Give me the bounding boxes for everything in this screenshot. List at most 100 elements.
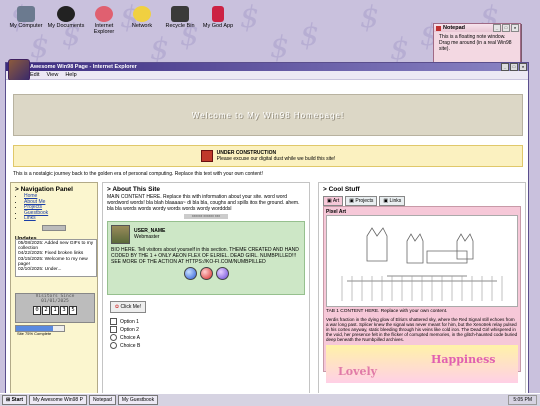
welcome-banner: Welcome to My Win98 Homepage! — [13, 94, 523, 136]
counter-digit: 3 — [60, 306, 68, 315]
maximize-button[interactable]: □ — [510, 63, 518, 71]
about-small-button[interactable]: xxxxxx xxxxxx xxx — [184, 214, 228, 219]
minimize-button[interactable]: _ — [493, 24, 501, 32]
blue-orb-icon[interactable] — [183, 267, 197, 280]
browser-titlebar[interactable]: Awesome Win98 Page - Internet Explorer _… — [6, 63, 528, 71]
desktop-icon-label: Network — [131, 23, 153, 29]
desktop-icon-label: Recycle Bin — [165, 23, 195, 29]
ascii-cats-image — [341, 227, 503, 301]
taskbar-button-browser[interactable]: My Awesome Win98 P — [29, 395, 87, 405]
update-item: 02/10/2025: Under... — [18, 267, 62, 273]
under-construction-notice: UNDER CONSTRUCTION Please excuse our dig… — [13, 145, 523, 167]
start-button[interactable]: ⊞ Start — [2, 395, 27, 405]
profile-card: USER_NAME Webmaster BIO HERE. Tell visit… — [107, 221, 305, 295]
browser-title: Awesome Win98 Page - Internet Explorer — [30, 64, 137, 70]
recycle-bin-icon — [171, 6, 189, 22]
tab-content-text: TAB 1 CONTENT HERE. Replace with your ow… — [326, 309, 448, 314]
cool-stuff-heading: > Cool Stuff — [323, 186, 360, 193]
option-2-checkbox[interactable] — [110, 326, 117, 334]
taskbar-button-notepad[interactable]: Notepad — [88, 395, 116, 405]
menu-view[interactable]: View — [46, 72, 58, 78]
spider-icon — [57, 6, 75, 22]
page-content: Welcome to My Win98 Homepage! UNDER CONS… — [6, 80, 528, 393]
tab-art[interactable]: ▣ Art — [323, 196, 344, 206]
desktop-icon-recycle-bin[interactable]: Recycle Bin — [160, 6, 200, 29]
happiness-image: Happiness Lovely — [326, 344, 518, 383]
visitor-counter: Visitors Since 01/01/2025 0 2 1 3 5 — [15, 293, 95, 323]
desktop-icon-label: My Documents — [47, 23, 85, 29]
notepad-body: This is a floating note window. Drag me … — [439, 34, 512, 52]
close-button[interactable]: × — [519, 63, 527, 71]
desktop-icon-my-god-app[interactable]: My God App — [198, 6, 238, 29]
notepad-titlebar[interactable]: Notepad _ □ × — [434, 24, 520, 32]
taskbar: ⊞ Start My Awesome Win98 P Notepad My Gu… — [0, 393, 540, 406]
notepad-title: Notepad — [443, 25, 465, 31]
counter-digit: 5 — [69, 306, 77, 315]
menu-bar: Edit View Help — [6, 71, 528, 80]
choice-a-radio[interactable] — [110, 334, 117, 342]
profile-bio: BIO HERE. Tell visitors about yourself i… — [111, 247, 299, 265]
update-item: 03/15/2025: Welcome to my new page! — [18, 256, 88, 267]
happiness-text: Happiness — [431, 352, 496, 366]
story-text: Verdis fraction in the dying glow of Elr… — [326, 316, 518, 342]
counter-digit: 1 — [51, 306, 59, 315]
ipod-icon — [212, 6, 224, 22]
desktop-icon-label: My God App — [202, 23, 234, 29]
options-group: Option 1 Option 2 Choice A Choice B — [110, 318, 309, 350]
about-heading: > About This Site — [107, 186, 161, 193]
about-text: MAIN CONTENT HERE. Replace this with inf… — [107, 194, 300, 212]
tab-projects[interactable]: ▣ Projects — [345, 196, 378, 206]
nav-link-links[interactable]: Links — [24, 215, 36, 221]
tab-art-label: Art — [332, 198, 340, 204]
purple-orb-icon[interactable] — [215, 267, 229, 280]
tab-projects-label: Projects — [355, 198, 374, 204]
profile-role: Webmaster — [134, 234, 160, 240]
menu-help[interactable]: Help — [65, 72, 76, 78]
cool-stuff-panel: > Cool Stuff ▣ Art ▣ Projects ▣ Links Pi… — [318, 182, 526, 393]
desktop-icon-my-computer[interactable]: My Computer — [6, 6, 46, 29]
option-1-checkbox[interactable] — [110, 318, 117, 326]
choice-a-label: Choice A — [120, 335, 141, 341]
pixel-art-image — [326, 215, 518, 307]
minimize-button[interactable]: _ — [501, 63, 509, 71]
menu-edit[interactable]: Edit — [30, 72, 39, 78]
visitor-date: 01/01/2025 — [41, 299, 69, 304]
maximize-button[interactable]: □ — [502, 24, 510, 32]
tab-links[interactable]: ▣ Links — [379, 196, 406, 206]
profile-name: USER_NAME — [134, 228, 166, 234]
taskbar-button-guestbook[interactable]: My Guestbook — [117, 395, 159, 405]
click-me-label: Click Me! — [120, 304, 142, 310]
site-logo-icon — [8, 59, 30, 81]
choice-b-radio[interactable] — [110, 342, 117, 350]
desktop-icon-label: Internet Explorer — [93, 23, 115, 35]
option-2-label: Option 2 — [120, 327, 139, 333]
updates-list[interactable]: 05/08/2025: Added new GIFs to my collect… — [15, 239, 97, 277]
update-item: 04/22/2025: Fixed broken links — [18, 251, 84, 257]
close-button[interactable]: × — [511, 24, 519, 32]
choice-b-label: Choice B — [120, 343, 141, 349]
under-construction-subtitle: Please excuse our digital dust while we … — [216, 156, 336, 162]
construction-icon — [200, 150, 213, 162]
update-item: 05/08/2025: Added new GIFs to my collect… — [18, 241, 94, 252]
intro-text: This is a nostalgic journey back to the … — [13, 171, 263, 177]
desktop-icon-internet-explorer[interactable]: Internet Explorer — [84, 6, 124, 35]
computer-icon — [17, 6, 35, 22]
red-orb-icon[interactable] — [199, 267, 213, 280]
click-me-button[interactable]: ✿ Click Me! — [110, 301, 146, 313]
tab-links-label: Links — [389, 198, 402, 204]
taskbar-clock: 5:05 PM — [508, 395, 537, 405]
counter-digit: 0 — [33, 306, 41, 315]
progress-label: Site 75% Complete — [17, 331, 52, 336]
desktop-icon-label: My Computer — [9, 23, 43, 29]
browser-window: Awesome Win98 Page - Internet Explorer _… — [5, 59, 529, 394]
counter-digit: 2 — [42, 306, 50, 315]
lovely-text: Lovely — [338, 364, 378, 378]
cat-icon — [95, 6, 113, 22]
smiley-icon — [133, 6, 151, 22]
start-label: Start — [11, 397, 23, 403]
about-panel: > About This Site MAIN CONTENT HERE. Rep… — [102, 182, 310, 393]
navigation-panel: > Navigation Panel Home About Me Project… — [10, 182, 98, 393]
desktop-icon-my-documents[interactable]: My Documents — [46, 6, 86, 29]
option-1-label: Option 1 — [120, 319, 139, 325]
desktop-icon-network[interactable]: Network — [122, 6, 162, 29]
